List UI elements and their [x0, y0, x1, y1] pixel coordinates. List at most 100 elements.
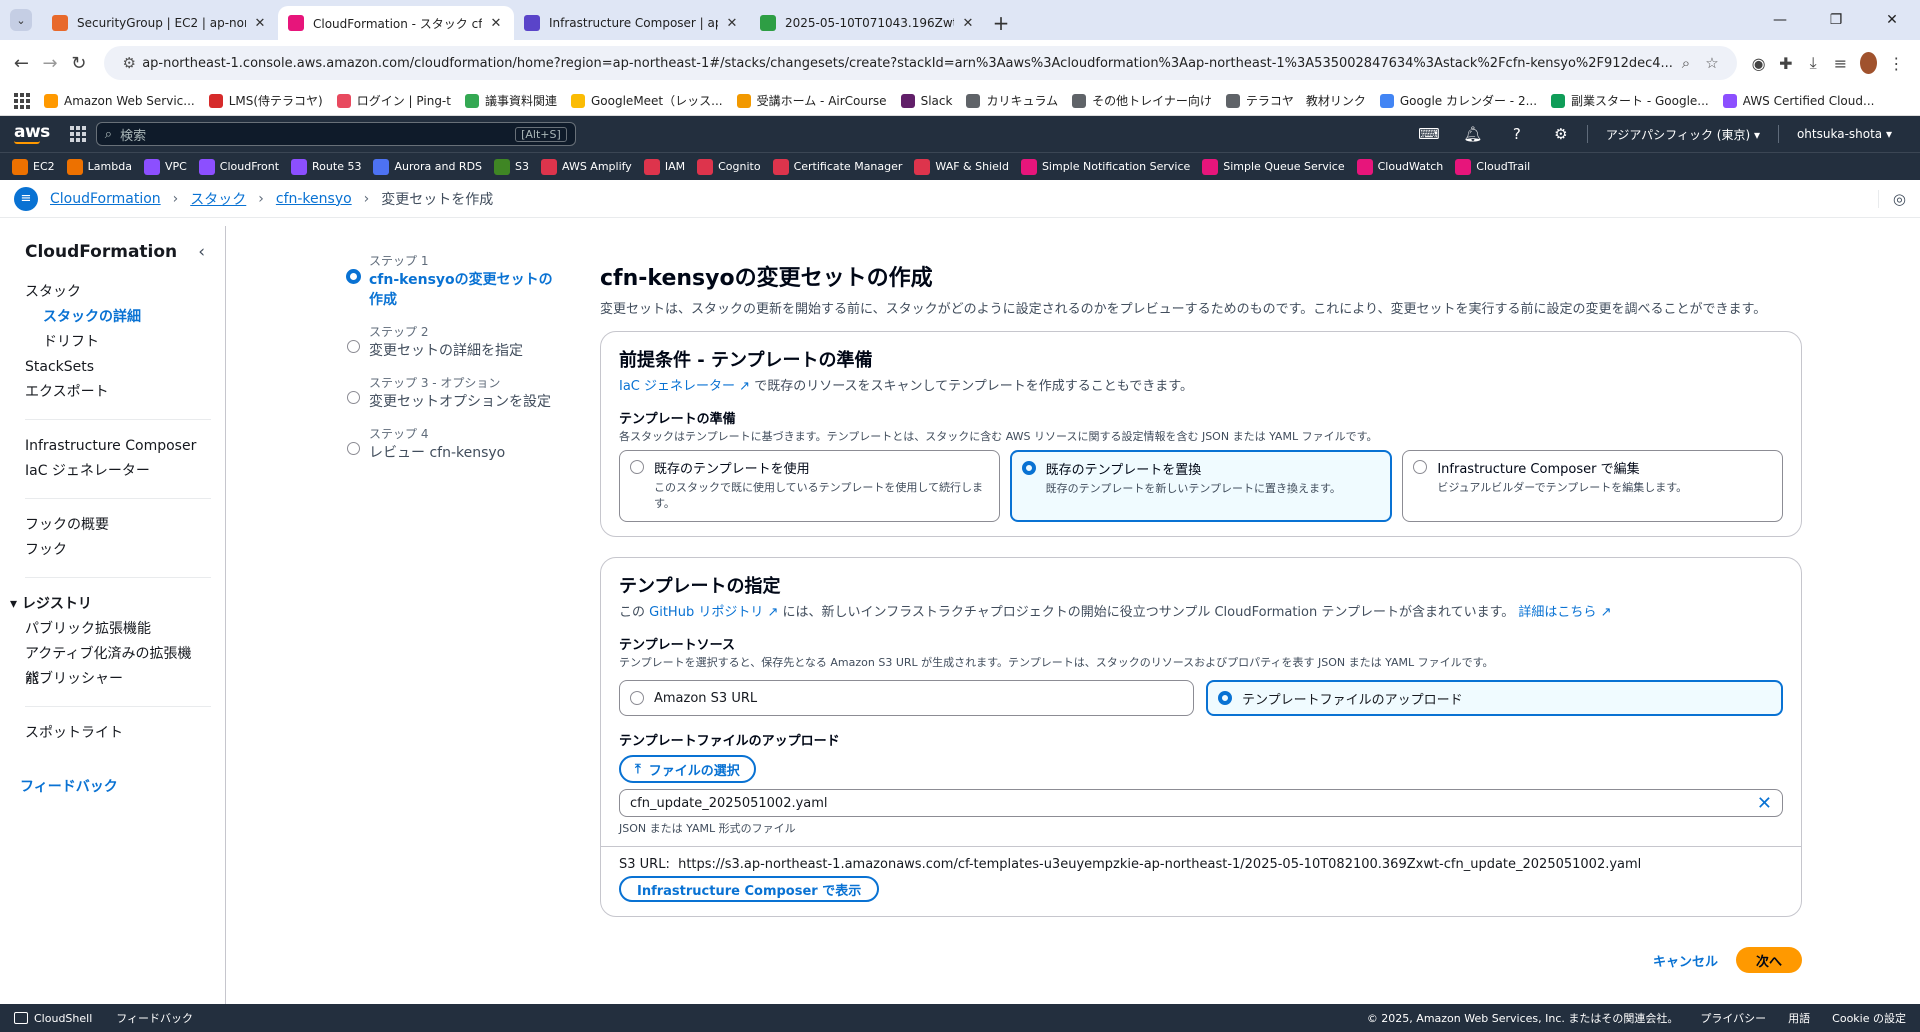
favorite-service[interactable]: CloudWatch [1356, 158, 1443, 175]
favorite-service[interactable]: CloudFront [198, 158, 279, 175]
star-icon[interactable]: ☆ [1699, 54, 1725, 72]
restore-button[interactable]: ❐ [1808, 0, 1864, 40]
browser-tab[interactable]: Infrastructure Composer | ap-no ✕ [514, 6, 750, 40]
settings-icon[interactable]: ◎ [1877, 189, 1906, 208]
sidebar-item-stacks[interactable]: スタック [0, 280, 225, 305]
bookmark-item[interactable]: ログイン | Ping-t [336, 92, 451, 109]
bookmark-item[interactable]: Slack [900, 92, 952, 109]
favorite-service[interactable]: WAF & Shield [914, 158, 1009, 175]
breadcrumb-cloudformation[interactable]: CloudFormation [50, 191, 161, 207]
close-tab-icon[interactable]: ✕ [724, 16, 740, 31]
aws-logo[interactable]: aws [14, 124, 50, 144]
favorite-service[interactable]: Simple Queue Service [1202, 158, 1345, 175]
terms-link[interactable]: 用語 [1788, 1010, 1810, 1026]
download-icon[interactable]: ⤓ [1799, 48, 1826, 78]
sidebar-item-spotlight[interactable]: スポットライト [0, 721, 225, 746]
favorite-service[interactable]: Simple Notification Service [1020, 158, 1190, 175]
collapse-icon[interactable]: ‹ [198, 242, 205, 262]
view-in-composer-button[interactable]: Infrastructure Composer で表示 [619, 876, 880, 902]
wizard-step-4[interactable]: ステップ 4 レビュー cfn-kensyo [345, 425, 565, 462]
favorite-service[interactable]: Lambda [66, 158, 132, 175]
close-tab-icon[interactable]: ✕ [252, 16, 268, 31]
favorite-service[interactable]: Route 53 [291, 158, 361, 175]
cookie-settings-link[interactable]: Cookie の設定 [1832, 1010, 1906, 1026]
tile-edit-in-composer[interactable]: Infrastructure Composer で編集 ビジュアルビルダーでテンプ… [1402, 450, 1784, 522]
services-menu-icon[interactable] [69, 126, 86, 142]
sidebar-feedback-link[interactable]: フィードバック [0, 776, 225, 796]
option-s3-url[interactable]: Amazon S3 URL [619, 680, 1194, 716]
favorite-service[interactable]: EC2 [12, 158, 55, 175]
browser-tab[interactable]: CloudFormation - スタック cfn-ke ✕ [278, 6, 514, 40]
bookmark-item[interactable]: その他トレイナー向け [1072, 92, 1212, 109]
bookmark-item[interactable]: AWS Certified Cloud... [1722, 92, 1874, 109]
sidebar-item-public-extensions[interactable]: パブリック拡張機能 [0, 617, 225, 642]
site-info-icon[interactable]: ⚙ [116, 54, 142, 72]
wizard-step-3[interactable]: ステップ 3 - オプション 変更セットオプションを設定 [345, 374, 565, 411]
screenshot-icon[interactable]: ◉ [1745, 48, 1772, 78]
favorite-service[interactable]: S3 [494, 158, 529, 175]
bell-icon[interactable]: 🔔︎ [1451, 125, 1495, 143]
url-field[interactable]: ⚙ ap-northeast-1.console.aws.amazon.com/… [104, 46, 1737, 80]
iac-generator-link[interactable]: IaC ジェネレーター [619, 379, 735, 394]
close-window-button[interactable]: ✕ [1864, 0, 1920, 40]
browser-menu-icon[interactable]: ⋮ [1883, 48, 1910, 78]
breadcrumb-stack[interactable]: cfn-kensyo [276, 191, 352, 207]
media-icon[interactable]: ≡ [1827, 48, 1854, 78]
hamburger-menu-icon[interactable]: ≡ [14, 186, 38, 211]
bookmark-item[interactable]: Amazon Web Servic... [44, 92, 195, 109]
cloudshell-button[interactable]: CloudShell [14, 1012, 92, 1025]
sidebar-item-composer[interactable]: Infrastructure Composer [0, 434, 225, 459]
help-icon[interactable]: ? [1495, 125, 1539, 143]
minimize-button[interactable]: — [1752, 0, 1808, 40]
wizard-step-1[interactable]: ステップ 1 cfn-kensyoの変更セットの作成 [345, 252, 565, 309]
sidebar-item-drift[interactable]: ドリフト [0, 330, 225, 355]
bookmark-item[interactable]: Google カレンダー - 2... [1379, 92, 1537, 109]
profile-avatar[interactable] [1860, 52, 1877, 74]
favorite-service[interactable]: CloudTrail [1455, 158, 1530, 175]
tile-replace-existing[interactable]: 既存のテンプレートを置換 既存のテンプレートを新しいテンプレートに置き換えます。 [1009, 450, 1393, 522]
wizard-step-2[interactable]: ステップ 2 変更セットの詳細を指定 [345, 323, 565, 360]
sidebar-item-stacksets[interactable]: StackSets [0, 355, 225, 380]
forward-icon[interactable]: → [39, 48, 62, 78]
bookmark-item[interactable]: LMS(侍テラコヤ) [208, 92, 323, 109]
learn-more-link[interactable]: 詳細はこちら [1518, 605, 1596, 620]
breadcrumb-stacks[interactable]: スタック [190, 189, 246, 209]
reload-icon[interactable]: ↻ [67, 48, 90, 78]
gear-icon[interactable]: ⚙ [1539, 125, 1583, 143]
favorite-service[interactable]: Certificate Manager [772, 158, 902, 175]
close-tab-icon[interactable]: ✕ [960, 16, 976, 31]
new-tab-button[interactable]: + [986, 6, 1016, 40]
cloudshell-icon[interactable]: ⌨ [1407, 125, 1451, 143]
footer-feedback-link[interactable]: フィードバック [116, 1010, 193, 1026]
privacy-link[interactable]: プライバシー [1700, 1010, 1766, 1026]
region-selector[interactable]: アジアパシフィック (東京) ▾ [1592, 126, 1774, 143]
choose-file-button[interactable]: ⤒ ファイルの選択 [619, 755, 756, 783]
remove-file-icon[interactable]: ✕ [1757, 793, 1772, 814]
bookmark-item[interactable]: カリキュラム [966, 92, 1058, 109]
favorite-service[interactable]: VPC [143, 158, 187, 175]
favorite-service[interactable]: Aurora and RDS [373, 158, 482, 175]
browser-tab[interactable]: SecurityGroup | EC2 | ap-northe ✕ [42, 6, 278, 40]
option-upload-file[interactable]: テンプレートファイルのアップロード [1206, 680, 1783, 716]
bookmark-item[interactable]: 受講ホーム - AirCourse [736, 92, 887, 109]
favorite-service[interactable]: Cognito [697, 158, 761, 175]
close-tab-icon[interactable]: ✕ [488, 16, 504, 31]
sidebar-item-stack-details[interactable]: スタックの詳細 [0, 305, 225, 330]
cancel-button[interactable]: キャンセル [1653, 951, 1718, 970]
bookmark-item[interactable]: 副業スタート - Google... [1551, 92, 1709, 109]
sidebar-item-publisher[interactable]: パブリッシャー [0, 667, 225, 692]
next-button[interactable]: 次へ [1735, 947, 1802, 973]
aws-search-input[interactable]: ⌕ 検索 [Alt+S] [95, 122, 576, 146]
extensions-icon[interactable]: ✚ [1772, 48, 1799, 78]
sidebar-item-activated-extensions[interactable]: アクティブ化済みの拡張機能 [0, 642, 225, 687]
sidebar-item-iac-generator[interactable]: IaC ジェネレーター [0, 459, 225, 484]
favorite-service[interactable]: IAM [643, 158, 685, 175]
tile-use-existing[interactable]: 既存のテンプレートを使用 このスタックで既に使用しているテンプレートを使用して続行… [619, 450, 1000, 522]
bookmark-item[interactable]: テラコヤ 教材リンク [1225, 92, 1366, 109]
tab-search-button[interactable]: ⌄ [10, 9, 32, 31]
bookmark-item[interactable]: GoogleMeet（レッス... [571, 92, 723, 109]
browser-tab[interactable]: 2025-05-10T071043.196Zwte-cf ✕ [750, 6, 986, 40]
user-menu[interactable]: ohtsuka-shota ▾ [1783, 127, 1906, 141]
sidebar-item-hooks[interactable]: フック [0, 538, 225, 563]
sidebar-section-registry[interactable]: ▾ レジストリ [0, 592, 225, 617]
